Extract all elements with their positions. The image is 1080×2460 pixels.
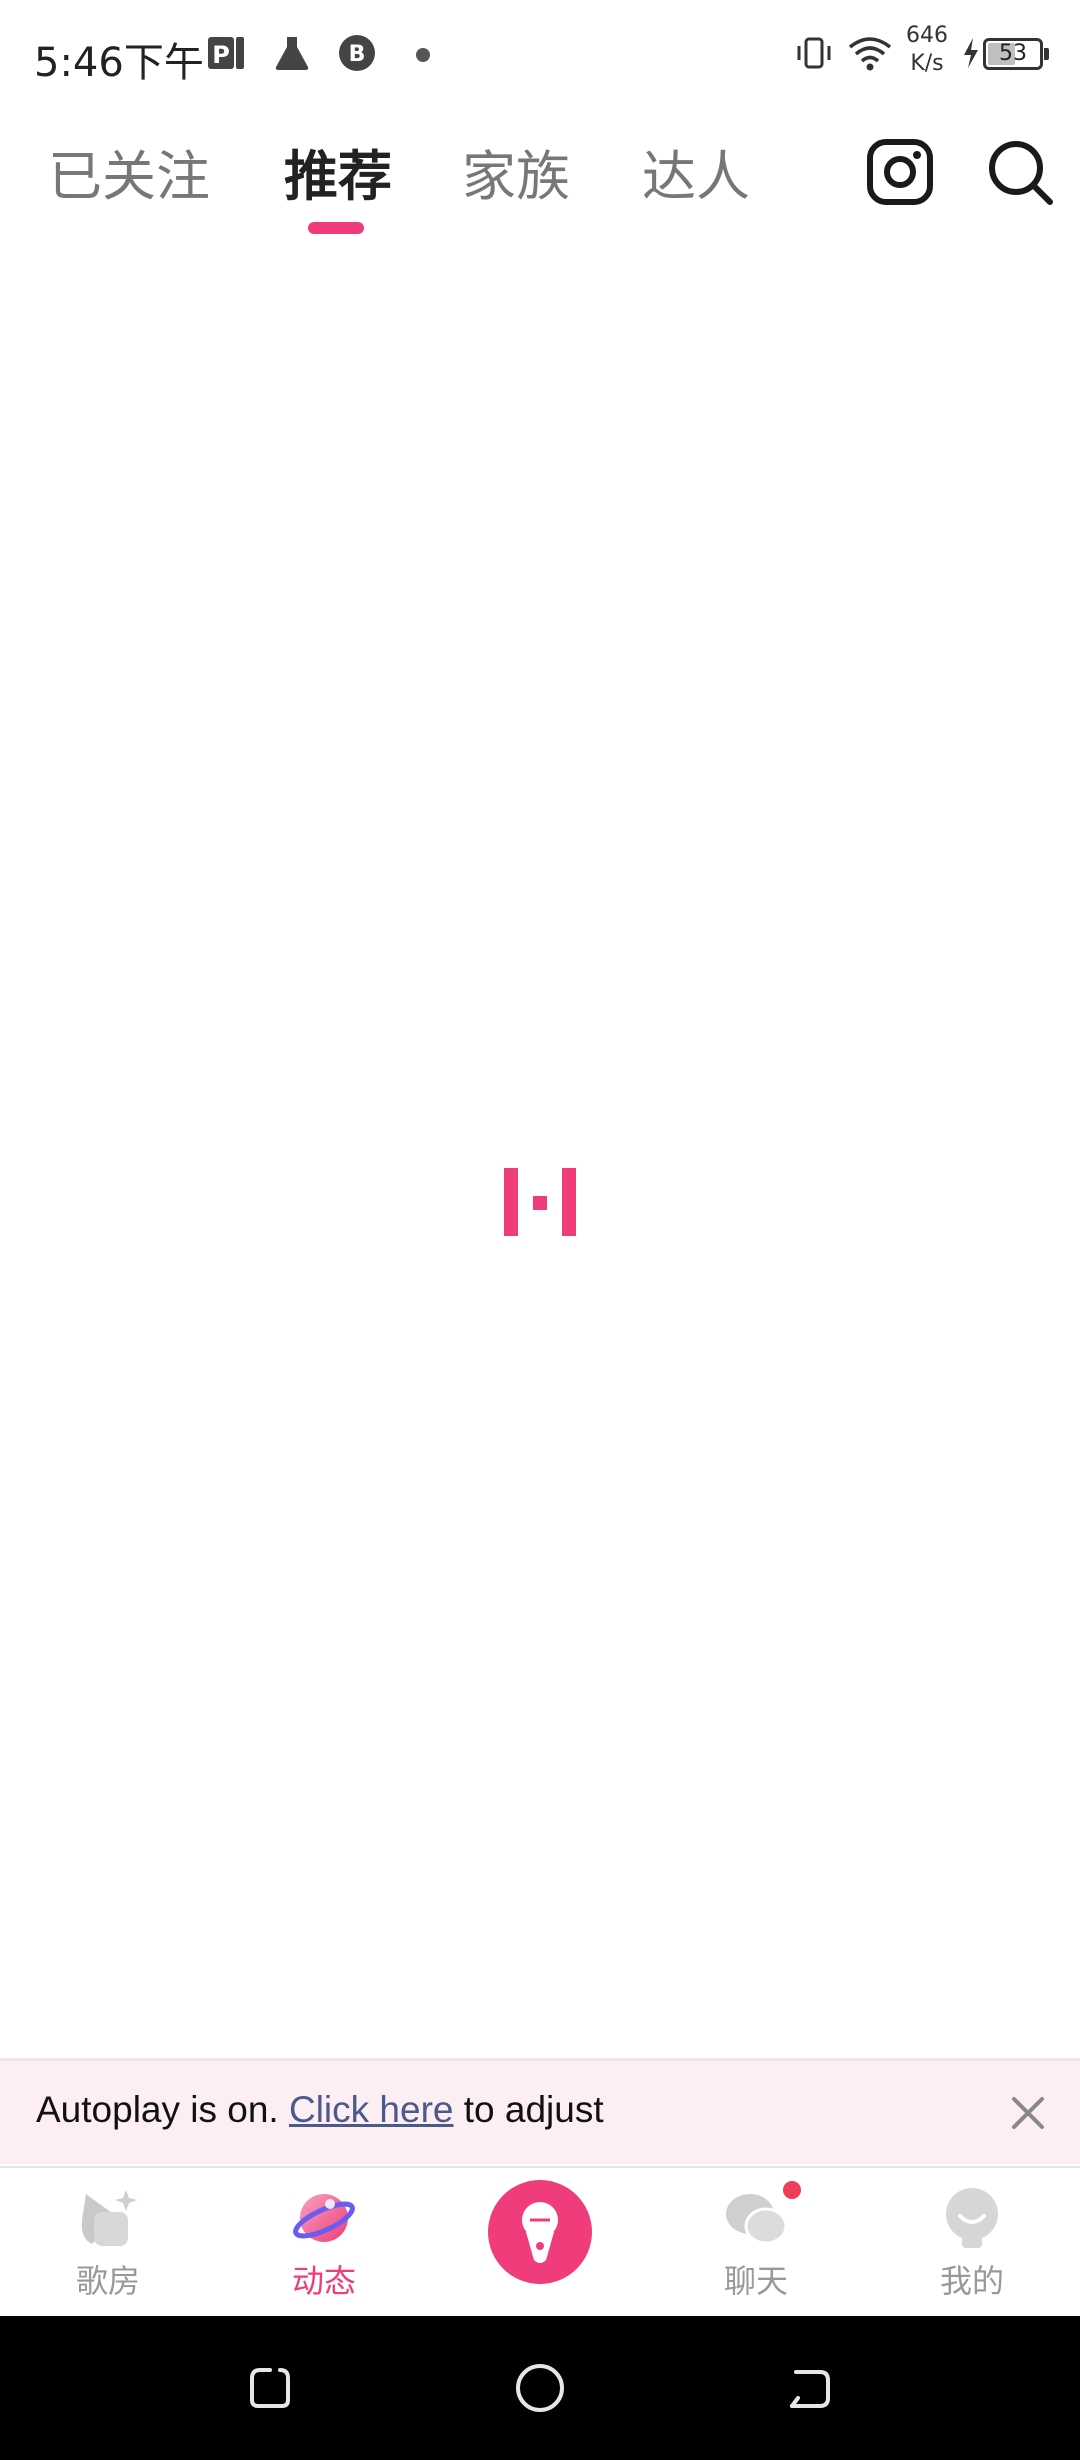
microphone-button[interactable] [488,2180,592,2284]
nav-label-moments: 动态 [291,2262,356,2300]
vibrate-icon [792,28,836,78]
nav-label-song-room: 歌房 [75,2262,140,2300]
chat-bubbles-icon [724,2186,788,2250]
home-icon[interactable] [510,2358,570,2418]
chat-unread-badge [780,2178,804,2202]
tab-following[interactable]: 已关注 [48,132,210,211]
autoplay-banner: Autoplay is on. Click here to adjust [0,2058,1080,2164]
autoplay-settings-link[interactable]: Click here [289,2089,454,2130]
nav-label-chat: 聊天 [723,2262,788,2300]
tab-recommended[interactable]: 推荐 [284,132,392,211]
svg-text:P: P [212,41,230,69]
dot-indicator [416,48,430,62]
b-badge-icon: B [335,28,379,78]
nav-chat[interactable]: 聊天 [648,2168,864,2318]
flask-icon [270,28,314,78]
battery-icon: 53 [983,38,1049,70]
active-tab-indicator [308,222,364,234]
autoplay-suffix: to adjust [453,2089,604,2130]
status-bar: 5:46下午 P B 646 K/s 53 [0,0,1080,110]
nav-moments[interactable]: 动态 [216,2168,432,2318]
wifi-icon [846,28,894,78]
autoplay-message: Autoplay is on. Click here to adjust [36,2089,604,2131]
search-icon[interactable] [982,134,1058,210]
top-tab-bar: 已关注 推荐 家族 达人 [0,120,1080,240]
network-speed: 646 K/s [906,23,948,76]
tab-family[interactable]: 家族 [462,132,570,211]
profile-icon [940,2186,1004,2250]
status-time: 5:46下午 [34,40,204,86]
loading-indicator [504,1168,576,1236]
parking-app-icon: P [204,28,248,78]
nav-song-room[interactable]: 歌房 [0,2168,216,2318]
battery-level: 53 [999,41,1027,66]
back-icon[interactable] [780,2358,840,2418]
nav-label-profile: 我的 [939,2262,1004,2300]
svg-text:B: B [349,42,366,67]
close-icon[interactable] [1008,2093,1048,2133]
tab-experts[interactable]: 达人 [642,132,750,211]
instagram-icon[interactable] [862,134,938,210]
bottom-navigation: 歌房 动态 聊天 我的 [0,2166,1080,2316]
song-room-icon [76,2186,140,2250]
nav-profile[interactable]: 我的 [864,2168,1080,2318]
charging-icon [960,28,982,78]
app-screen: 5:46下午 P B 646 K/s 53 已关注 推荐 家族 达人 Autop… [0,0,1080,2460]
autoplay-prefix: Autoplay is on. [36,2089,289,2130]
system-navigation-bar [0,2316,1080,2460]
recent-apps-icon[interactable] [240,2358,300,2418]
planet-icon [292,2186,356,2250]
